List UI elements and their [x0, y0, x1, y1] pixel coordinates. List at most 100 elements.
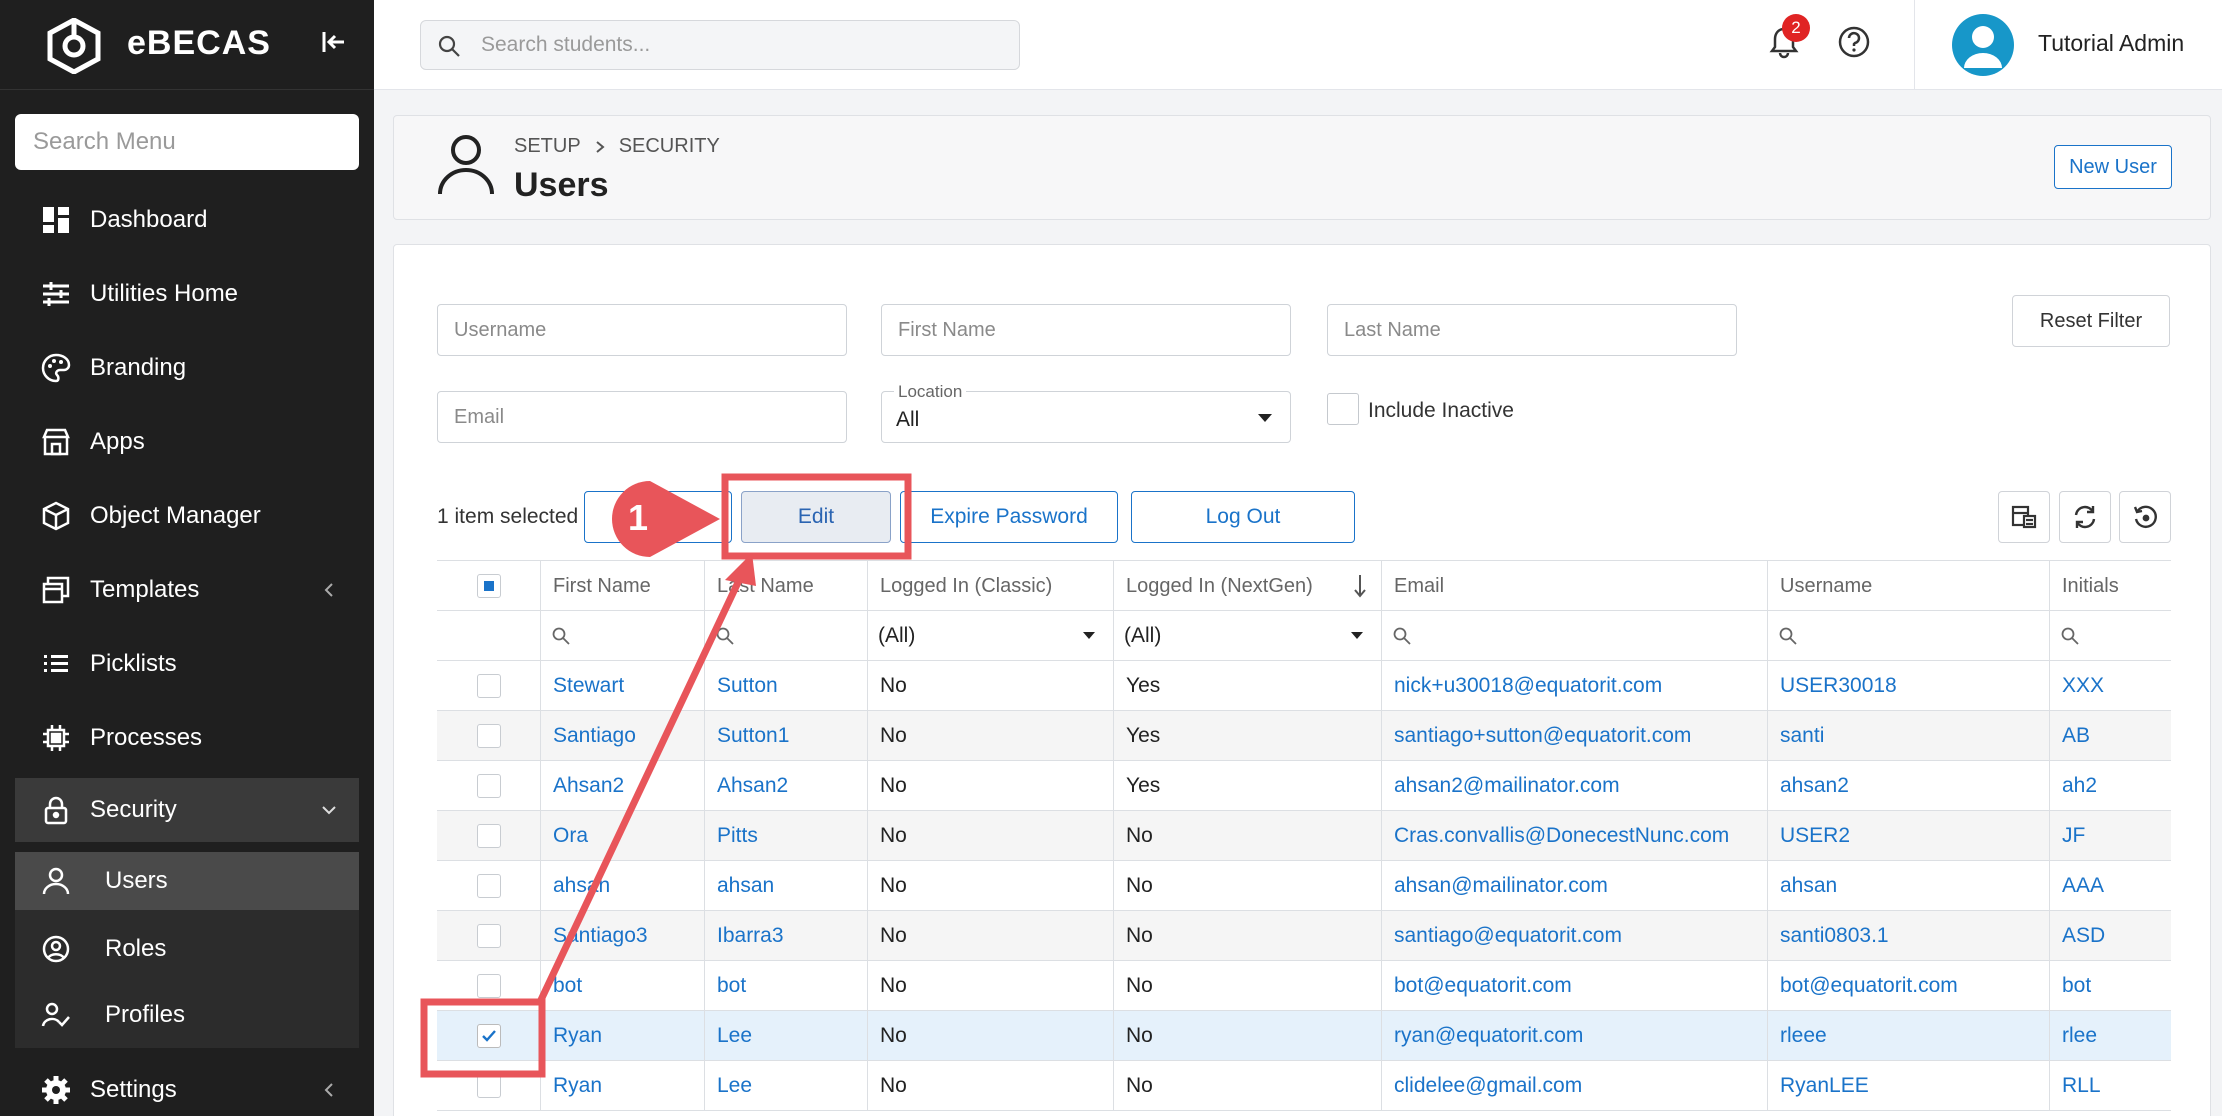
column-header-last-name[interactable]: Last Name — [705, 561, 868, 611]
cell-username[interactable]: santi0803.1 — [1768, 911, 2050, 961]
sidebar-item-processes[interactable]: Processes — [15, 706, 359, 770]
sidebar-item-settings[interactable]: Settings — [15, 1058, 359, 1116]
cell-initials[interactable]: bot — [2050, 961, 2171, 1011]
cell-username[interactable]: RyanLEE — [1768, 1061, 2050, 1111]
cell-username[interactable]: bot@equatorit.com — [1768, 961, 2050, 1011]
cell-email[interactable]: nick+u30018@equatorit.com — [1382, 661, 1768, 711]
filter-username[interactable] — [1768, 611, 2050, 661]
filter-last-name[interactable] — [705, 611, 868, 661]
row-checkbox[interactable] — [476, 974, 501, 998]
cell-username[interactable]: ahsan2 — [1768, 761, 2050, 811]
cell-email[interactable]: Cras.convallis@DonecestNunc.com — [1382, 811, 1768, 861]
cell-last-name[interactable]: Sutton — [705, 661, 868, 711]
reset-layout-button[interactable] — [2119, 491, 2171, 543]
cell-username[interactable]: ahsan — [1768, 861, 2050, 911]
cell-initials[interactable]: RLL — [2050, 1061, 2171, 1111]
expire-password-button[interactable]: Expire Password — [900, 491, 1118, 543]
cell-username[interactable]: USER30018 — [1768, 661, 2050, 711]
table-row[interactable]: ahsan ahsan No No ahsan@mailinator.com ahsan A… — [437, 861, 2171, 911]
row-checkbox[interactable] — [476, 1024, 501, 1048]
cell-first-name[interactable]: Ryan — [541, 1011, 705, 1061]
refresh-button[interactable] — [2059, 491, 2111, 543]
cell-initials[interactable]: JF — [2050, 811, 2171, 861]
log-out-button[interactable]: Log Out — [1131, 491, 1355, 543]
sidebar-item-apps[interactable]: Apps — [15, 410, 359, 474]
student-search[interactable] — [420, 20, 1020, 70]
row-checkbox[interactable] — [476, 924, 501, 948]
cell-initials[interactable]: XXX — [2050, 661, 2171, 711]
cell-initials[interactable]: rlee — [2050, 1011, 2171, 1061]
cell-email[interactable]: santiago@equatorit.com — [1382, 911, 1768, 961]
table-row[interactable]: bot bot No No bot@equatorit.com bot@equatorit… — [437, 961, 2171, 1011]
cell-last-name[interactable]: Ibarra3 — [705, 911, 868, 961]
table-row[interactable]: Santiago3 Ibarra3 No No santiago@equatorit.c… — [437, 911, 2171, 961]
column-header-initials[interactable]: Initials — [2050, 561, 2171, 611]
reset-filter-button[interactable]: Reset Filter — [2012, 295, 2170, 347]
cell-email[interactable]: ryan@equatorit.com — [1382, 1011, 1768, 1061]
select-all-checkbox[interactable] — [476, 574, 501, 598]
table-row[interactable]: Ryan Lee No No ryan@equatorit.com rleee rlee — [437, 1011, 2171, 1061]
breadcrumb-setup[interactable]: SETUP — [514, 135, 581, 158]
row-checkbox[interactable] — [476, 1074, 501, 1098]
first-name-filter-input[interactable] — [881, 304, 1291, 356]
cell-last-name[interactable]: Pitts — [705, 811, 868, 861]
cell-first-name[interactable]: Ahsan2 — [541, 761, 705, 811]
breadcrumb-security[interactable]: SECURITY — [619, 135, 720, 158]
row-checkbox[interactable] — [476, 824, 501, 848]
sidebar-item-picklists[interactable]: Picklists — [15, 632, 359, 696]
row-checkbox[interactable] — [476, 674, 501, 698]
sidebar-item-roles[interactable]: Roles — [15, 920, 359, 978]
sidebar-item-utilities-home[interactable]: Utilities Home — [15, 262, 359, 326]
filter-logged-in-classic[interactable]: (All) — [868, 611, 1114, 661]
table-row[interactable]: Ahsan2 Ahsan2 No Yes ahsan2@mailinator.com ah… — [437, 761, 2171, 811]
filter-initials[interactable] — [2050, 611, 2171, 661]
cell-last-name[interactable]: ahsan — [705, 861, 868, 911]
table-row[interactable]: Ora Pitts No No Cras.convallis@DonecestNunc.… — [437, 811, 2171, 861]
cell-username[interactable]: rleee — [1768, 1011, 2050, 1061]
edit-button[interactable]: Edit — [741, 491, 891, 543]
cell-email[interactable]: clidelee@gmail.com — [1382, 1061, 1768, 1111]
sidebar-item-branding[interactable]: Branding — [15, 336, 359, 400]
cell-first-name[interactable]: Ora — [541, 811, 705, 861]
column-header-logged-in-classic[interactable]: Logged In (Classic) — [868, 561, 1114, 611]
sidebar-item-templates[interactable]: Templates — [15, 558, 359, 622]
column-header-email[interactable]: Email — [1382, 561, 1768, 611]
include-inactive-checkbox[interactable] — [1327, 393, 1359, 425]
table-row[interactable]: Santiago Sutton1 No Yes santiago+sutton@equa… — [437, 711, 2171, 761]
sidebar-item-profiles[interactable]: Profiles — [15, 986, 359, 1044]
user-name[interactable]: Tutorial Admin — [2038, 30, 2184, 57]
column-header-logged-in-nextgen[interactable]: Logged In (NextGen) — [1114, 561, 1382, 611]
table-row[interactable]: Ryan Lee No No clidelee@gmail.com RyanLEE RLL — [437, 1061, 2171, 1111]
search-menu-input[interactable] — [15, 114, 359, 170]
cell-username[interactable]: USER2 — [1768, 811, 2050, 861]
sidebar-item-object-manager[interactable]: Object Manager — [15, 484, 359, 548]
cell-initials[interactable]: ah2 — [2050, 761, 2171, 811]
avatar[interactable] — [1952, 14, 2014, 76]
cell-last-name[interactable]: bot — [705, 961, 868, 1011]
cell-last-name[interactable]: Lee — [705, 1011, 868, 1061]
cell-first-name[interactable]: ahsan — [541, 861, 705, 911]
filter-email[interactable] — [1382, 611, 1768, 661]
table-row[interactable]: Stewart Sutton No Yes nick+u30018@equatorit.… — [437, 661, 2171, 711]
cell-last-name[interactable]: Ahsan2 — [705, 761, 868, 811]
sidebar-item-security[interactable]: Security — [15, 778, 359, 842]
cell-first-name[interactable]: Ryan — [541, 1061, 705, 1111]
column-header-username[interactable]: Username — [1768, 561, 2050, 611]
cell-first-name[interactable]: Santiago — [541, 711, 705, 761]
cell-email[interactable]: ahsan@mailinator.com — [1382, 861, 1768, 911]
filter-first-name[interactable] — [541, 611, 705, 661]
row-checkbox[interactable] — [476, 774, 501, 798]
row-checkbox[interactable] — [476, 874, 501, 898]
sidebar-item-dashboard[interactable]: Dashboard — [15, 188, 359, 252]
cell-email[interactable]: ahsan2@mailinator.com — [1382, 761, 1768, 811]
filter-logged-in-nextgen[interactable]: (All) — [1114, 611, 1382, 661]
cell-initials[interactable]: AAA — [2050, 861, 2171, 911]
new-user-button[interactable]: New User — [2054, 145, 2172, 189]
column-header-first-name[interactable]: First Name — [541, 561, 705, 611]
cell-first-name[interactable]: Stewart — [541, 661, 705, 711]
collapse-sidebar-icon[interactable] — [318, 26, 350, 58]
student-search-input[interactable] — [481, 21, 1001, 69]
column-chooser-button[interactable] — [1998, 491, 2050, 543]
cell-initials[interactable]: AB — [2050, 711, 2171, 761]
cell-initials[interactable]: ASD — [2050, 911, 2171, 961]
